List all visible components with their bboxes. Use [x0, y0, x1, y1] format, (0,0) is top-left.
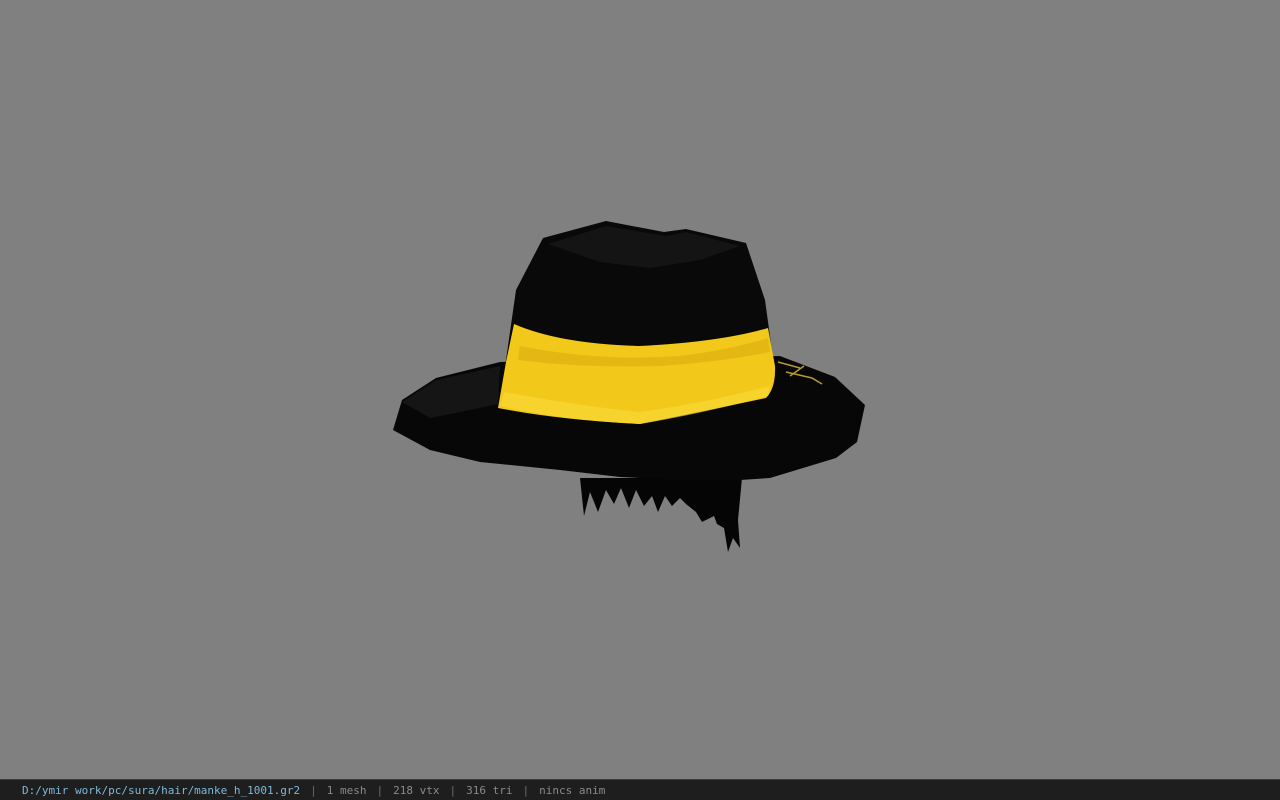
file-path: D:/ymir work/pc/sura/hair/manke_h_1001.g…: [22, 783, 301, 797]
animation-status: nincs anim: [539, 783, 606, 797]
hair-strands: [580, 478, 742, 552]
mesh-count: 1 mesh: [326, 783, 367, 797]
separator: |: [376, 783, 384, 797]
triangle-count: 316 tri: [466, 783, 513, 797]
separator: |: [449, 783, 457, 797]
hat-model[interactable]: [0, 0, 1280, 779]
3d-viewport[interactable]: [0, 0, 1280, 779]
vertex-count: 218 vtx: [393, 783, 440, 797]
status-bar: D:/ymir work/pc/sura/hair/manke_h_1001.g…: [0, 779, 1280, 800]
separator: |: [310, 783, 317, 797]
separator: |: [522, 783, 530, 797]
